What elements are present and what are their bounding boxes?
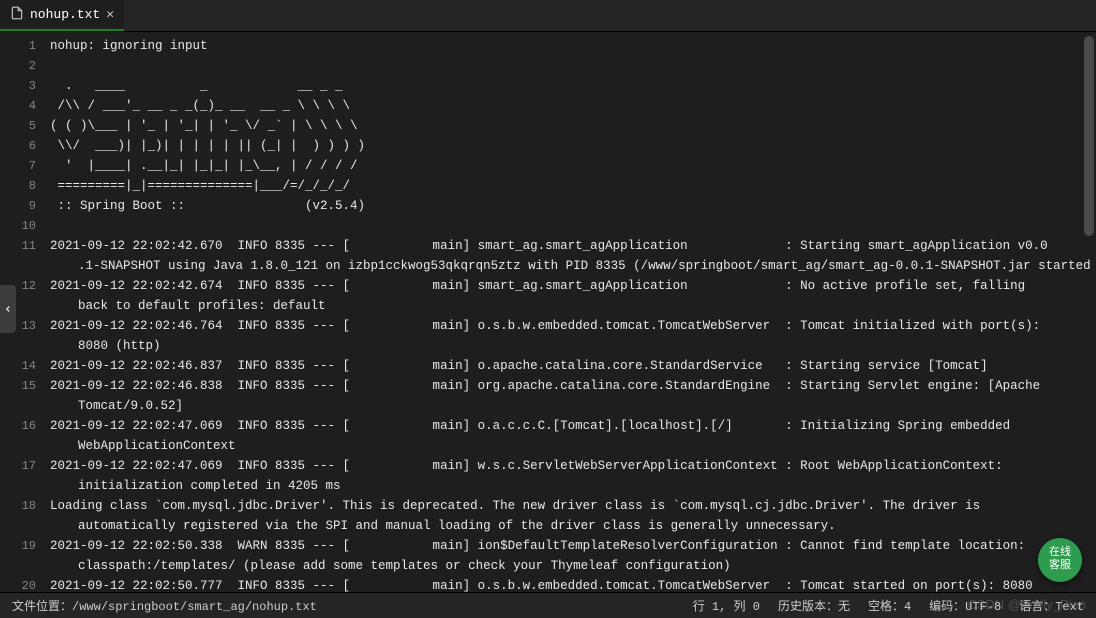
code-line: classpath:/templates/ (please add some t… xyxy=(50,556,1096,576)
code-line: 2021-09-12 22:02:46.837 INFO 8335 --- [ … xyxy=(50,356,1096,376)
line-number: 14 xyxy=(0,356,36,376)
code-line xyxy=(50,56,1096,76)
line-number: 9 xyxy=(0,196,36,216)
tab-filename: nohup.txt xyxy=(30,7,100,22)
line-number: 8 xyxy=(0,176,36,196)
line-number: 1 xyxy=(0,36,36,56)
line-number xyxy=(0,516,36,536)
tab-bar: nohup.txt ✕ xyxy=(0,0,1096,32)
code-line: automatically registered via the SPI and… xyxy=(50,516,1096,536)
code-line: Loading class `com.mysql.jdbc.Driver'. T… xyxy=(50,496,1096,516)
code-line: 8080 (http) xyxy=(50,336,1096,356)
editor: 1234567891011 12 13 1415 16 17 18 19 20 … xyxy=(0,32,1096,592)
code-line: 2021-09-12 22:02:42.670 INFO 8335 --- [ … xyxy=(50,236,1096,256)
file-tab[interactable]: nohup.txt ✕ xyxy=(0,0,124,31)
line-number: 5 xyxy=(0,116,36,136)
file-icon xyxy=(10,6,24,24)
line-number xyxy=(0,396,36,416)
service-label: 在线 客服 xyxy=(1049,547,1071,573)
code-line: Tomcat/9.0.52] xyxy=(50,396,1096,416)
line-number: 19 xyxy=(0,536,36,556)
line-number: 7 xyxy=(0,156,36,176)
code-line: initialization completed in 4205 ms xyxy=(50,476,1096,496)
line-number: 18 xyxy=(0,496,36,516)
code-line: .1-SNAPSHOT using Java 1.8.0_121 on izbp… xyxy=(50,256,1096,276)
history-version[interactable]: 历史版本：无 xyxy=(778,597,850,614)
line-number: 11 xyxy=(0,236,36,256)
spaces-indicator[interactable]: 空格：4 xyxy=(868,597,911,614)
code-line: back to default profiles: default xyxy=(50,296,1096,316)
status-bar: 文件位置：/www/springboot/smart_ag/nohup.txt … xyxy=(0,592,1096,618)
code-area[interactable]: nohup: ignoring input . ____ _ __ _ _ /\… xyxy=(46,32,1096,592)
line-number: 6 xyxy=(0,136,36,156)
line-number: 17 xyxy=(0,456,36,476)
code-line: /\\ / ___'_ __ _ _(_)_ __ __ _ \ \ \ \ xyxy=(50,96,1096,116)
code-line: 2021-09-12 22:02:42.674 INFO 8335 --- [ … xyxy=(50,276,1096,296)
line-number: 16 xyxy=(0,416,36,436)
code-line: 2021-09-12 22:02:47.069 INFO 8335 --- [ … xyxy=(50,456,1096,476)
line-number: 15 xyxy=(0,376,36,396)
code-line: =========|_|==============|___/=/_/_/_/ xyxy=(50,176,1096,196)
panel-toggle-handle[interactable] xyxy=(0,285,16,333)
code-line: 2021-09-12 22:02:50.338 WARN 8335 --- [ … xyxy=(50,536,1096,556)
line-number: 10 xyxy=(0,216,36,236)
file-path-label: 文件位置：/www/springboot/smart_ag/nohup.txt xyxy=(12,597,317,614)
code-line: nohup: ignoring input xyxy=(50,36,1096,56)
code-line: \\/ ___)| |_)| | | | | || (_| | ) ) ) ) xyxy=(50,136,1096,156)
code-line xyxy=(50,216,1096,236)
code-line: 2021-09-12 22:02:47.069 INFO 8335 --- [ … xyxy=(50,416,1096,436)
line-number: 2 xyxy=(0,56,36,76)
code-line: :: Spring Boot :: (v2.5.4) xyxy=(50,196,1096,216)
code-line: WebApplicationContext xyxy=(50,436,1096,456)
code-line: 2021-09-12 22:02:46.764 INFO 8335 --- [ … xyxy=(50,316,1096,336)
code-line: 2021-09-12 22:02:50.777 INFO 8335 --- [ … xyxy=(50,576,1096,592)
cursor-position[interactable]: 行 1, 列 0 xyxy=(693,597,760,614)
line-number xyxy=(0,556,36,576)
line-number xyxy=(0,256,36,276)
code-line: ( ( )\___ | '_ | '_| | '_ \/ _` | \ \ \ … xyxy=(50,116,1096,136)
line-number xyxy=(0,436,36,456)
code-line: ' |____| .__|_| |_|_| |_\__, | / / / / xyxy=(50,156,1096,176)
line-number: 4 xyxy=(0,96,36,116)
vertical-scrollbar[interactable] xyxy=(1084,36,1094,236)
watermark: CSDN @Amily_Pian xyxy=(967,597,1086,612)
line-number: 3 xyxy=(0,76,36,96)
line-number: 20 xyxy=(0,576,36,592)
line-number xyxy=(0,476,36,496)
code-line: . ____ _ __ _ _ xyxy=(50,76,1096,96)
close-icon[interactable]: ✕ xyxy=(106,7,114,22)
customer-service-button[interactable]: 在线 客服 xyxy=(1038,538,1082,582)
code-line: 2021-09-12 22:02:46.838 INFO 8335 --- [ … xyxy=(50,376,1096,396)
line-number xyxy=(0,336,36,356)
